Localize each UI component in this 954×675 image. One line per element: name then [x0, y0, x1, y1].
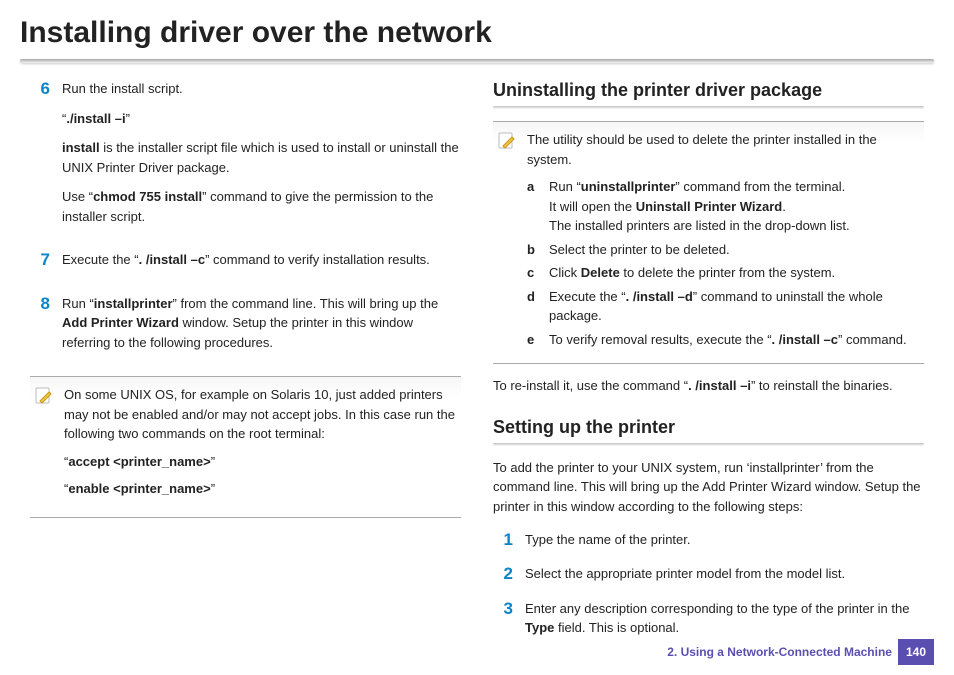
right-column: Uninstalling the printer driver package …: [493, 73, 924, 652]
step-body: Execute the “. /install –c” command to v…: [62, 250, 461, 280]
sub-rule: [493, 443, 924, 446]
note-box: On some UNIX OS, for example on Solaris …: [30, 376, 461, 518]
step-number: 2: [493, 564, 513, 584]
step-text: Use “chmod 755 install” command to give …: [62, 187, 461, 226]
step-text: “./install –i”: [62, 109, 461, 129]
step-number: 3: [493, 599, 513, 638]
page-footer: 2. Using a Network-Connected Machine 140: [667, 639, 934, 665]
step-number: 1: [493, 530, 513, 550]
step-text: Execute the “. /install –d” command to u…: [549, 287, 920, 326]
step-body: Run the install script. “./install –i” ins…: [62, 79, 461, 236]
step-text: To verify removal results, execute the “…: [549, 330, 920, 350]
step-number: 8: [30, 294, 50, 363]
title-rule: [20, 59, 934, 63]
step-text: install is the installer script file whi…: [62, 138, 461, 177]
lettered-step: b Select the printer to be deleted.: [527, 240, 920, 260]
setup-intro: To add the printer to your UNIX system, …: [493, 458, 924, 517]
step-text: Run “installprinter” from the command li…: [62, 294, 461, 353]
step-number: 7: [30, 250, 50, 280]
step-text: Execute the “. /install –c” command to v…: [62, 250, 461, 270]
numbered-step: 1 Type the name of the printer.: [493, 530, 924, 550]
note-box-uninstall: The utility should be used to delete the…: [493, 121, 924, 364]
numbered-step: 7 Execute the “. /install –c” command to …: [30, 250, 461, 280]
page-title: Installing driver over the network: [0, 0, 954, 59]
step-text: Select the appropriate printer model fro…: [525, 564, 924, 584]
step-text: Type the name of the printer.: [525, 530, 924, 550]
step-text: Click Delete to delete the printer from …: [549, 263, 920, 283]
footer-chapter: 2. Using a Network-Connected Machine: [667, 639, 892, 665]
step-text: Run the install script.: [62, 79, 461, 99]
pencil-note-icon: [497, 130, 517, 150]
lettered-step: dExecute the “. /install –d” command to …: [527, 287, 920, 326]
footer-page-number: 140: [898, 639, 934, 665]
pencil-note-icon: [34, 385, 54, 405]
step-letter: b: [527, 240, 541, 260]
numbered-step: 3 Enter any description corresponding to …: [493, 599, 924, 638]
lettered-step: e To verify removal results, execute the …: [527, 330, 920, 350]
numbered-step: 8Run “installprinter” from the command l…: [30, 294, 461, 363]
step-letter: a: [527, 177, 541, 236]
step-letter: c: [527, 263, 541, 283]
left-column: 6 Run the install script. “./install –i” in…: [30, 73, 461, 652]
lettered-step: c Click Delete to delete the printer from…: [527, 263, 920, 283]
step-body: Run “installprinter” from the command li…: [62, 294, 461, 363]
numbered-step: 2 Select the appropriate printer model fr…: [493, 564, 924, 584]
step-number: 6: [30, 79, 50, 236]
note-text: “enable <printer_name>”: [64, 479, 457, 499]
step-text: Select the printer to be deleted.: [549, 240, 920, 260]
step-text: Run “uninstallprinter” command from the …: [549, 177, 920, 236]
step-text: Enter any description corresponding to t…: [525, 599, 924, 638]
lettered-step: aRun “uninstallprinter” command from the…: [527, 177, 920, 236]
step-letter: e: [527, 330, 541, 350]
numbered-step: 6 Run the install script. “./install –i” in…: [30, 79, 461, 236]
note-text: On some UNIX OS, for example on Solaris …: [64, 385, 457, 444]
step-letter: d: [527, 287, 541, 326]
note-text: The utility should be used to delete the…: [527, 130, 920, 169]
reinstall-text: To re-install it, use the command “. /in…: [493, 376, 924, 396]
note-text: “accept <printer_name>”: [64, 452, 457, 472]
sub-rule: [493, 106, 924, 109]
subheading-uninstall: Uninstalling the printer driver package: [493, 77, 924, 104]
subheading-setup: Setting up the printer: [493, 414, 924, 441]
